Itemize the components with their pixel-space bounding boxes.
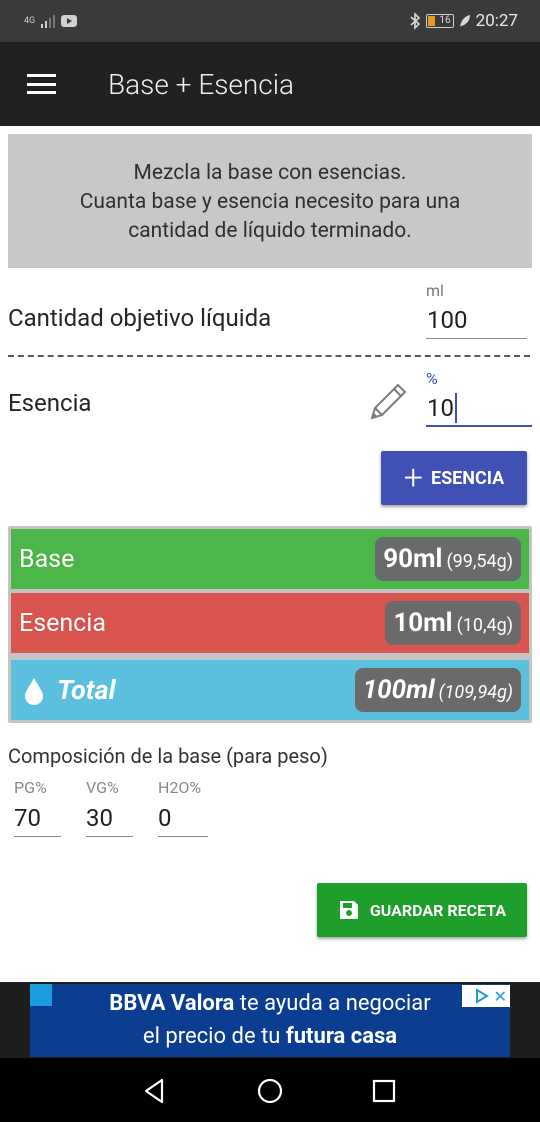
ad-line-1: BBVA Valora te ayuda a negociar xyxy=(30,987,510,1020)
drop-icon xyxy=(25,678,43,705)
essence-value: 10 xyxy=(427,394,454,422)
back-icon[interactable] xyxy=(140,1076,170,1106)
info-line-3: cantidad de líquido terminado. xyxy=(128,219,412,243)
essence-unit: % xyxy=(426,369,438,388)
recents-icon[interactable] xyxy=(369,1076,399,1106)
battery-icon: 16 xyxy=(425,14,454,28)
result-row-total: Total 100ml (109,94g) xyxy=(11,660,529,720)
h2o-group: H2O% 0 xyxy=(158,778,208,837)
result-total-g: (109,94g) xyxy=(438,682,513,703)
info-box: Mezcla la base con esencias. Cuanta base… xyxy=(8,134,532,268)
results-panel: Base 90ml (99,54g) Esencia 10ml (10,4g) … xyxy=(8,526,532,723)
essence-percent-input[interactable]: 10 xyxy=(426,389,532,427)
hamburger-menu-icon[interactable] xyxy=(27,74,56,94)
system-nav-bar xyxy=(0,1058,540,1122)
result-essence-g: (10,4g) xyxy=(456,615,513,636)
battery-level: 16 xyxy=(439,15,451,26)
h2o-input[interactable]: 0 xyxy=(158,799,208,837)
h2o-label: H2O% xyxy=(158,778,202,797)
result-base-pill: 90ml (99,54g) xyxy=(375,537,521,581)
status-right: 16 20:27 xyxy=(409,11,518,31)
status-bar: 4G 16 20:27 xyxy=(0,0,540,42)
save-recipe-label: GUARDAR RECETA xyxy=(369,900,507,920)
essence-label: Esencia xyxy=(8,389,92,417)
result-total-label: Total xyxy=(57,674,116,706)
info-line-1: Mezcla la base con esencias. xyxy=(133,161,407,185)
result-essence-pill: 10ml (10,4g) xyxy=(385,601,521,645)
add-essence-button[interactable]: + ESENCIA xyxy=(381,451,527,505)
pg-input[interactable]: 70 xyxy=(14,799,61,837)
ad-corner-icon xyxy=(30,984,52,1006)
divider xyxy=(8,355,530,357)
result-row-essence: Esencia 10ml (10,4g) xyxy=(11,593,529,653)
result-base-g: (99,54g) xyxy=(446,551,513,572)
clock: 20:27 xyxy=(475,11,518,31)
pencil-icon[interactable] xyxy=(366,380,410,424)
result-row-base: Base 90ml (99,54g) xyxy=(11,529,529,589)
signal-icon xyxy=(41,14,56,28)
composition-title: Composición de la base (para peso) xyxy=(8,744,328,768)
save-icon xyxy=(339,901,358,919)
result-essence-label: Esencia xyxy=(19,608,106,638)
result-essence-ml: 10ml xyxy=(393,608,453,638)
text-caret xyxy=(454,392,457,423)
ad-close-button[interactable]: ✕ xyxy=(462,985,510,1007)
youtube-icon xyxy=(61,15,78,27)
page-title: Base + Esencia xyxy=(108,68,295,101)
add-essence-label: ESENCIA xyxy=(430,467,505,489)
pg-label: PG% xyxy=(14,778,47,797)
home-icon[interactable] xyxy=(255,1076,285,1106)
network-indicator: 4G xyxy=(24,15,36,26)
ad-text-3: futura casa xyxy=(285,1024,398,1049)
result-base-label: Base xyxy=(19,544,75,574)
ad-choices-icon xyxy=(475,988,489,1004)
status-left: 4G xyxy=(24,14,78,28)
target-quantity-input[interactable]: 100 xyxy=(426,301,527,339)
ad-banner[interactable]: BBVA Valora te ayuda a negociar el preci… xyxy=(30,984,510,1057)
bluetooth-icon xyxy=(410,12,420,30)
info-line-2: Cuanta base y esencia necesito para una xyxy=(79,190,461,214)
save-recipe-button[interactable]: GUARDAR RECETA xyxy=(317,883,527,937)
ad-line-2: el precio de tu futura casa xyxy=(30,1020,510,1053)
target-label: Cantidad objetivo líquida xyxy=(8,304,272,332)
target-unit: ml xyxy=(426,281,444,300)
leaf-icon xyxy=(459,15,470,27)
close-icon: ✕ xyxy=(493,986,507,1006)
vg-label: VG% xyxy=(86,778,119,797)
result-total-ml: 100ml xyxy=(362,675,435,705)
result-base-ml: 90ml xyxy=(383,544,443,574)
result-total-pill: 100ml (109,94g) xyxy=(354,668,521,712)
pg-group: PG% 70 xyxy=(14,778,64,837)
app-bar: Base + Esencia xyxy=(0,42,540,126)
plus-icon: + xyxy=(403,458,423,498)
ad-brand: BBVA Valora xyxy=(109,991,235,1016)
vg-input[interactable]: 30 xyxy=(86,799,133,837)
vg-group: VG% 30 xyxy=(86,778,136,837)
ad-text-1: te ayuda a negociar xyxy=(234,991,431,1016)
ad-text-2: el precio de tu xyxy=(142,1024,286,1049)
